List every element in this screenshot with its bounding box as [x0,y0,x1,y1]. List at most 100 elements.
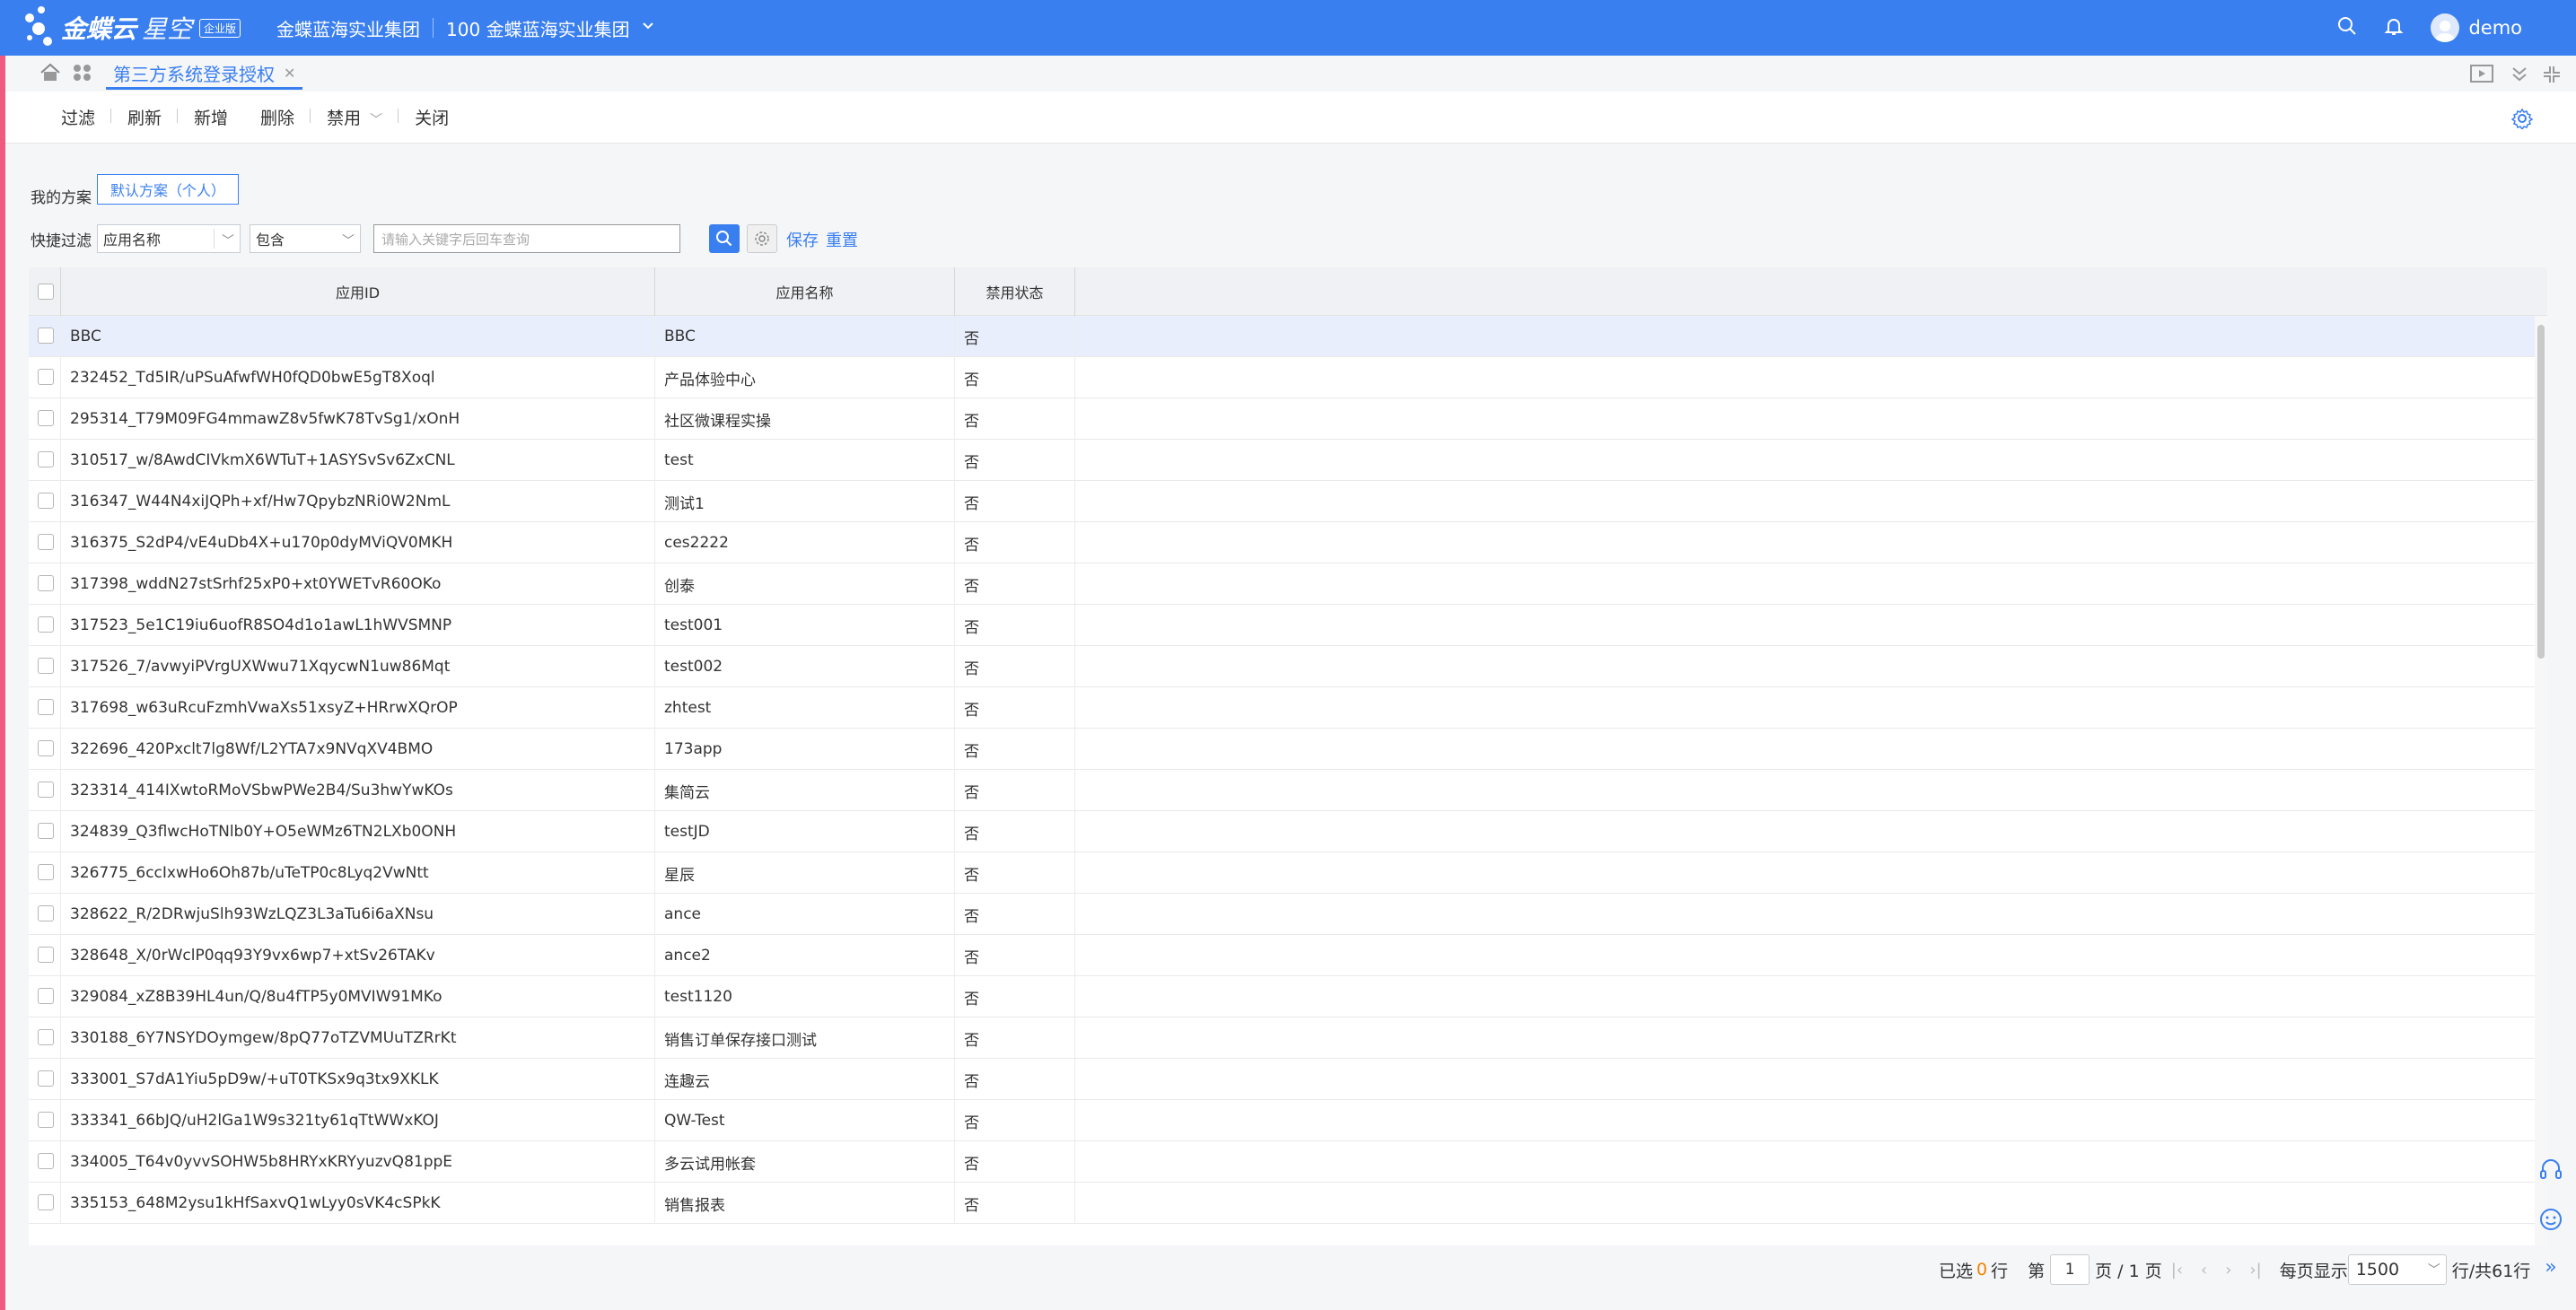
row-checkbox[interactable] [38,699,54,715]
row-checkbox[interactable] [38,534,54,550]
row-checkbox[interactable] [38,1194,54,1210]
row-checkbox[interactable] [38,1112,54,1128]
row-checkbox[interactable] [38,823,54,839]
column-header-app-name[interactable]: 应用名称 [655,267,955,316]
row-checkbox[interactable] [38,1029,54,1045]
per-page-select[interactable]: 1500 ﹀ [2347,1254,2447,1285]
smile-icon[interactable] [2538,1207,2563,1236]
filter-settings-button[interactable] [747,224,777,253]
page-input[interactable]: 1 [2050,1254,2090,1285]
cell-disable-status: 否 [955,1059,1075,1100]
tab-third-party-login-auth[interactable]: 第三方系统登录授权 ✕ [106,59,303,90]
org-name: 金蝶蓝海实业集团 [276,18,421,40]
username[interactable]: demo [2468,17,2522,39]
row-select-cell [29,605,61,646]
cell-app-name: 社区微课程实操 [655,398,955,440]
cell-app-id: 326775_6ccIxwHo6Oh87b/uTeTP0c8Lyq2VwNtt [61,852,655,894]
row-checkbox[interactable] [38,658,54,674]
cell-disable-status: 否 [955,646,1075,687]
table-row[interactable]: 333341_66bJQ/uH2lGa1W9s321ty61qTtWWxKOJ Q… [29,1100,2535,1141]
table-row[interactable]: 335153_648M2ysu1kHfSaxvQ1wLyy0sVK4cSPkK 销… [29,1183,2535,1224]
cell-app-name: 销售订单保存接口测试 [655,1017,955,1059]
filter-operator-select[interactable]: 包含 ﹀ [250,224,361,253]
prev-page-icon[interactable]: ‹ [2201,1261,2207,1279]
column-header-disable-status[interactable]: 禁用状态 [955,267,1075,316]
row-checkbox[interactable] [38,905,54,921]
default-scheme-button[interactable]: 默认方案（个人） [97,174,240,205]
row-checkbox[interactable] [38,328,54,344]
table-row[interactable]: 329084_xZ8B39HL4un/Q/8u4fTP5y0MVIW91MKo t… [29,976,2535,1017]
save-button[interactable]: 保存 [786,228,819,251]
table-row[interactable]: 328648_X/0rWclP0qq93Y9vx6wp7+xtSv26TAKv a… [29,935,2535,976]
bell-icon[interactable] [2384,16,2404,40]
column-header-app-id[interactable]: 应用ID [61,267,655,316]
cell-app-name: 173app [655,729,955,770]
scrollbar-thumb[interactable] [2537,325,2545,659]
gear-icon[interactable] [2510,108,2534,134]
filter-button[interactable]: 过滤 [45,105,112,129]
collapse-icon[interactable] [2542,65,2562,89]
table-row[interactable]: 316375_S2dP4/vE4uDb4X+u170p0dyMViQV0MKH c… [29,522,2535,563]
reset-button[interactable]: 重置 [826,228,858,251]
table-row[interactable]: 334005_T64v0yvvSOHW5b8HRYxKRYyuzvQ81ppE 多… [29,1141,2535,1183]
table-row[interactable]: 326775_6ccIxwHo6Oh87b/uTeTP0c8Lyq2VwNtt 星… [29,852,2535,894]
delete-button[interactable]: 删除 [244,105,311,129]
table-row[interactable]: 317526_7/avwyiPVrgUXWwu71XqycwN1uw86Mqt t… [29,646,2535,687]
select-all-cell [29,267,61,316]
first-page-icon[interactable]: |‹ [2171,1261,2183,1279]
apps-grid-icon[interactable] [72,63,93,87]
row-checkbox[interactable] [38,947,54,963]
double-chevron-right-icon[interactable]: » [2545,1256,2556,1279]
row-checkbox[interactable] [38,410,54,426]
avatar[interactable] [2431,13,2460,42]
select-all-checkbox[interactable] [38,284,54,300]
table-row[interactable]: 232452_Td5IR/uPSuAfwfWH0fQD0bwE5gT8Xoql 产… [29,357,2535,398]
table-row[interactable]: 324839_Q3flwcHoTNlb0Y+O5eWMz6TN2LXb0ONH t… [29,811,2535,852]
home-icon[interactable] [39,63,61,87]
close-button[interactable]: 关闭 [399,105,465,129]
table-row[interactable]: 317398_wddN27stSrhf25xP0+xt0YWETvR60OKo 创… [29,563,2535,605]
table-row[interactable]: 328622_R/2DRwjuSlh93WzLQZ3L3aTu6i6aXNsu a… [29,894,2535,935]
row-checkbox[interactable] [38,740,54,756]
play-icon[interactable] [2470,65,2493,89]
brand-name: 金蝶云 [61,14,137,44]
chevron-down-icon[interactable] [641,19,655,38]
cell-app-name: 集简云 [655,770,955,811]
table-row[interactable]: 295314_T79M09FG4mmawZ8v5fwK78TvSg1/xOnH 社… [29,398,2535,440]
close-icon[interactable]: ✕ [284,65,295,82]
row-checkbox[interactable] [38,988,54,1004]
table-row[interactable]: 310517_w/8AwdCIVkmX6WTuT+1ASYSvSv6ZxCNL t… [29,440,2535,481]
row-checkbox[interactable] [38,616,54,633]
row-checkbox[interactable] [38,1070,54,1087]
row-select-cell [29,357,61,398]
table-row[interactable]: 317698_w63uRcuFzmhVwaXs51xsyZ+HRrwXQrOP z… [29,687,2535,729]
org-selector[interactable]: 100 金蝶蓝海实业集团 [446,15,630,41]
table-row[interactable]: 323314_414IXwtoRMoVSbwPWe2B4/Su3hwYwKOs 集… [29,770,2535,811]
search-input[interactable]: 请输入关键字后回车查询 [373,224,680,253]
row-checkbox[interactable] [38,782,54,798]
table-row[interactable]: 330188_6Y7NSYDOymgew/8pQ77oTZVMUuTZRrKt 销… [29,1017,2535,1059]
row-checkbox[interactable] [38,493,54,509]
next-page-icon[interactable]: › [2225,1261,2231,1279]
filter-field-select[interactable]: 应用名称 ﹀ [97,224,241,253]
row-checkbox[interactable] [38,575,54,591]
last-page-icon[interactable]: ›| [2249,1261,2261,1279]
row-checkbox[interactable] [38,451,54,467]
table-row[interactable]: 322696_420Pxclt7lg8Wf/L2YTA7x9NVqXV4BMO 1… [29,729,2535,770]
vertical-scrollbar[interactable] [2535,316,2547,1245]
table-row[interactable]: 316347_W44N4xiJQPh+xf/Hw7QpybzNRi0W2NmL 测… [29,481,2535,522]
refresh-button[interactable]: 刷新 [111,105,179,129]
table-row[interactable]: BBC BBC 否 [29,316,2535,357]
tab-bar: 第三方系统登录授权 ✕ [5,56,2576,92]
table-row[interactable]: 333001_S7dA1Yiu5pD9w/+uT0TKSx9q3tx9XKLK 连… [29,1059,2535,1100]
disable-menu-button[interactable]: 禁用 ﹀ [311,105,399,129]
row-checkbox[interactable] [38,1153,54,1169]
double-chevron-down-icon[interactable] [2510,65,2529,89]
add-button[interactable]: 新增 [178,105,244,129]
search-icon[interactable] [2337,16,2357,40]
row-checkbox[interactable] [38,369,54,385]
search-button[interactable] [709,224,740,253]
headset-icon[interactable] [2538,1157,2563,1187]
row-checkbox[interactable] [38,864,54,880]
table-row[interactable]: 317523_5e1C19iu6uofR8SO4d1o1awL1hWVSMNP t… [29,605,2535,646]
